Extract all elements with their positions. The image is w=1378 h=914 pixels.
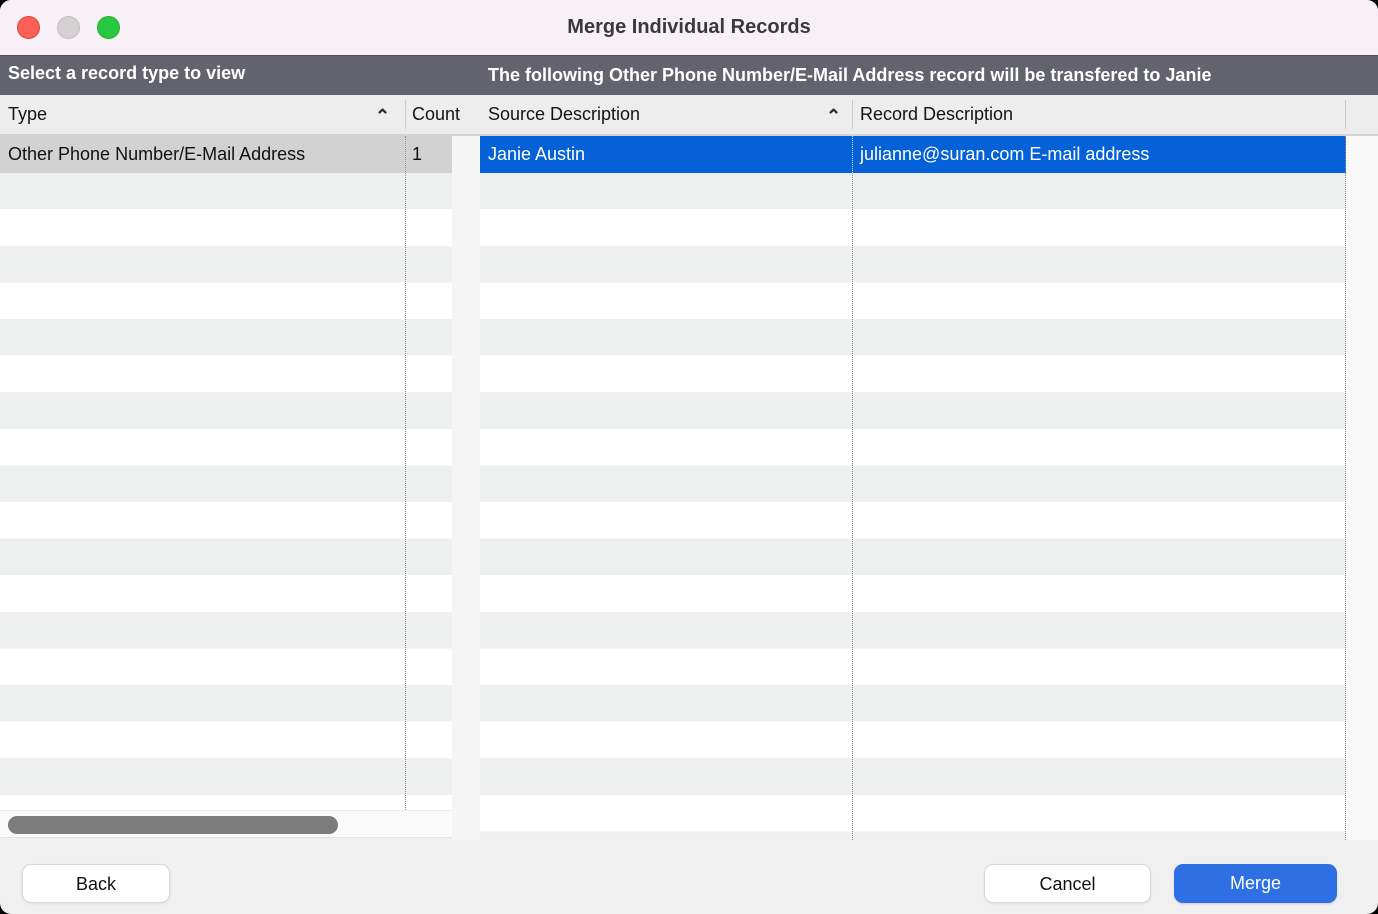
scrollbar-thumb[interactable] [8,816,338,834]
column-divider [405,100,406,129]
count-column-header[interactable]: Count [412,95,460,134]
record-description-column-header[interactable]: Record Description [860,95,1013,134]
horizontal-scrollbar[interactable] [0,810,452,838]
window-title: Merge Individual Records [0,0,1378,55]
records-table: Janie Austin julianne@suran.com E-mail a… [480,136,1346,840]
record-type-prompt: Select a record type to view [8,63,245,84]
sort-ascending-icon: ⌃ [375,95,390,134]
transfer-message: The following Other Phone Number/E-Mail … [488,61,1378,95]
merge-individual-records-dialog: Merge Individual Records Select a record… [0,0,1378,914]
count-cell: 1 [412,136,422,173]
message-bar: Select a record type to view The followi… [0,55,1378,95]
table-right-margin [1346,136,1378,840]
titlebar: Merge Individual Records [0,0,1378,55]
cancel-button[interactable]: Cancel [984,864,1151,903]
record-description-cell: julianne@suran.com E-mail address [860,136,1149,173]
type-column-header[interactable]: Type [8,95,47,134]
pane-divider [452,136,480,840]
column-separator-dotted [852,136,853,173]
column-divider [1345,100,1346,129]
type-cell: Other Phone Number/E-Mail Address [8,136,305,173]
source-description-column-header[interactable]: Source Description [488,95,640,134]
sort-ascending-icon: ⌃ [826,95,841,134]
column-separator-dotted [852,173,853,840]
column-separator-dotted [405,136,406,810]
record-type-table: Other Phone Number/E-Mail Address 1 [0,136,452,810]
back-button[interactable]: Back [22,864,170,903]
record-type-row[interactable]: Other Phone Number/E-Mail Address 1 [0,136,452,173]
source-description-cell: Janie Austin [488,136,585,173]
table-header-strip: Type ⌃ Count Source Description ⌃ Record… [0,95,1378,136]
record-row[interactable]: Janie Austin julianne@suran.com E-mail a… [480,136,1346,173]
merge-button[interactable]: Merge [1174,864,1337,903]
transfer-message-line1: The following Other Phone Number/E-Mail … [488,61,1378,90]
column-divider [852,100,853,129]
